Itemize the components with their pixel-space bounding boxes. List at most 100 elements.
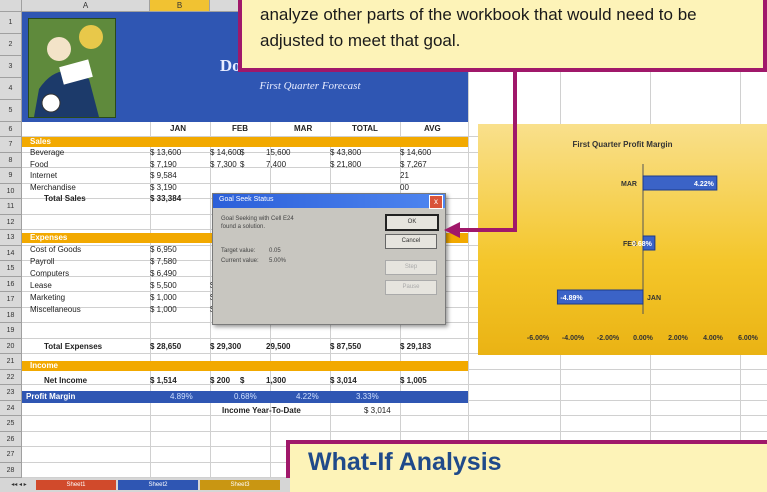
table-cell[interactable]: $ 87,550 — [330, 342, 361, 352]
table-cell[interactable]: $ 7,580 — [150, 257, 177, 267]
table-cell[interactable]: 1,300 — [266, 376, 286, 386]
close-icon[interactable]: x — [429, 195, 443, 209]
row-header[interactable]: 15 — [0, 261, 22, 277]
row-header[interactable]: 27 — [0, 447, 22, 463]
table-cell[interactable]: $ 28,650 — [150, 342, 181, 352]
ytd-label: Income Year-To-Date — [222, 406, 301, 415]
table-cell[interactable]: 00 — [400, 183, 409, 193]
table-cell[interactable]: $ 33,384 — [150, 194, 181, 204]
row-label: Food — [30, 159, 49, 169]
table-cell[interactable]: $ 14,600 — [400, 148, 431, 158]
table-cell[interactable]: $ 43,800 — [330, 148, 361, 158]
row-header[interactable]: 1 — [0, 12, 22, 34]
row-label: Computers — [30, 269, 70, 278]
row-header[interactable]: 10 — [0, 183, 22, 200]
row-header[interactable]: 5 — [0, 100, 22, 122]
row-label: Internet — [30, 171, 58, 180]
profit-margin-mar: 4.22% — [296, 392, 319, 401]
row-label: Total Expenses — [44, 342, 103, 351]
row-header[interactable]: 16 — [0, 276, 22, 293]
row-header[interactable]: 23 — [0, 385, 22, 401]
table-cell[interactable]: $ 1,000 — [150, 293, 177, 303]
table-cell[interactable]: $ 7,190 — [150, 160, 177, 170]
table-cell[interactable]: $ 6,490 — [150, 269, 177, 279]
table-cell[interactable]: 21 — [400, 171, 409, 181]
row-header[interactable]: 11 — [0, 199, 22, 215]
banner-subtitle: First Quarter Forecast — [259, 80, 361, 92]
row-header[interactable]: 2 — [0, 34, 22, 56]
row-header[interactable]: 22 — [0, 369, 22, 386]
row-label: Net Income — [44, 376, 88, 385]
table-cell[interactable]: $ 3,014 — [330, 376, 357, 386]
row-header[interactable]: 7 — [0, 137, 22, 153]
ytd-value: $ 3,014 — [364, 406, 391, 415]
table-cell[interactable]: $ 13,600 — [150, 148, 181, 158]
table-cell[interactable]: $ 1,514 — [150, 376, 177, 386]
sheet-tabs: ◂◂ ◂ ▸ Sheet1 Sheet2 Sheet3 — [0, 478, 290, 492]
table-cell[interactable]: $ 200 — [210, 376, 230, 386]
chart-tick-label: 2.00% — [668, 335, 689, 342]
row-header[interactable]: 6 — [0, 122, 22, 138]
table-cell[interactable]: $ 29,300 — [210, 342, 241, 352]
row-header[interactable]: 17 — [0, 292, 22, 308]
grid-line — [22, 384, 767, 386]
row-header[interactable]: 4 — [0, 78, 22, 100]
table-cell[interactable]: 29,500 — [266, 342, 290, 352]
table-cell[interactable]: $ 1,005 — [400, 376, 427, 386]
row-header[interactable]: 26 — [0, 431, 22, 448]
column-header-a[interactable]: A — [22, 0, 150, 12]
dialog-message-line2: found a solution. — [221, 224, 266, 230]
row-label: Marketing — [30, 293, 66, 302]
row-header[interactable]: 3 — [0, 56, 22, 78]
table-cell[interactable]: 7,400 — [266, 160, 286, 170]
tab-sheet3[interactable]: Sheet3 — [200, 480, 280, 490]
table-cell[interactable]: $ 7,267 — [400, 160, 427, 170]
column-header-b[interactable]: B — [150, 0, 210, 12]
chart-tick-label: -4.00% — [562, 335, 585, 342]
row-header[interactable]: 19 — [0, 323, 22, 339]
corner-cell[interactable] — [0, 0, 22, 12]
tab-sheet1[interactable]: Sheet1 — [36, 480, 116, 490]
dialog-message-line1: Goal Seeking with Cell E24 — [221, 216, 294, 222]
step-button[interactable]: Step — [385, 260, 437, 275]
table-cell[interactable]: $ 3,190 — [150, 183, 177, 193]
table-cell[interactable]: $ 6,950 — [150, 245, 177, 255]
cafe-logo-image — [28, 18, 116, 118]
tab-sheet2[interactable]: Sheet2 — [118, 480, 198, 490]
row-header[interactable]: 18 — [0, 307, 22, 324]
table-cell[interactable]: $ 1,000 — [150, 305, 177, 315]
profit-margin-jan: 4.89% — [170, 392, 193, 401]
row-header[interactable]: 20 — [0, 338, 22, 355]
tab-nav-icon[interactable]: ◂◂ ◂ ▸ — [4, 480, 34, 490]
header-avg: AVG — [424, 124, 441, 133]
table-cell[interactable]: $ 14,600 — [210, 148, 241, 158]
chart-tick-label: 4.00% — [703, 335, 724, 342]
table-cell[interactable]: $ 7,300 — [210, 160, 237, 170]
table-cell[interactable]: $ 9,584 — [150, 171, 177, 181]
row-header[interactable]: 13 — [0, 230, 22, 246]
row-header[interactable]: 25 — [0, 416, 22, 432]
row-header[interactable]: 24 — [0, 400, 22, 417]
target-value: 0.05 — [269, 248, 281, 254]
cancel-button[interactable]: Cancel — [385, 234, 437, 249]
ok-button[interactable]: OK — [385, 214, 439, 231]
row-header[interactable]: 28 — [0, 462, 22, 478]
table-cell[interactable]: $ 21,800 — [330, 160, 361, 170]
table-cell[interactable]: $ — [240, 376, 244, 386]
chart-tick-label: -2.00% — [597, 335, 620, 342]
row-header[interactable]: 12 — [0, 214, 22, 231]
chart-tick-label: 6.00% — [738, 335, 759, 342]
row-header[interactable]: 14 — [0, 245, 22, 262]
pause-button[interactable]: Pause — [385, 280, 437, 295]
goal-seek-dialog[interactable]: Goal Seek Status x Goal Seeking with Cel… — [212, 193, 446, 325]
row-header[interactable]: 9 — [0, 168, 22, 184]
row-header[interactable]: 21 — [0, 354, 22, 370]
profit-margin-chart[interactable]: First Quarter Profit Margin MAR 4.22% FEB 0… — [478, 124, 767, 355]
table-cell[interactable]: $ — [240, 148, 244, 158]
table-cell[interactable]: $ — [240, 160, 244, 170]
table-cell[interactable]: $ 5,500 — [150, 281, 177, 291]
table-cell[interactable]: $ 29,183 — [400, 342, 431, 352]
row-header[interactable]: 8 — [0, 152, 22, 169]
row-label: Beverage — [30, 148, 65, 157]
table-cell[interactable]: 15,600 — [266, 148, 290, 158]
